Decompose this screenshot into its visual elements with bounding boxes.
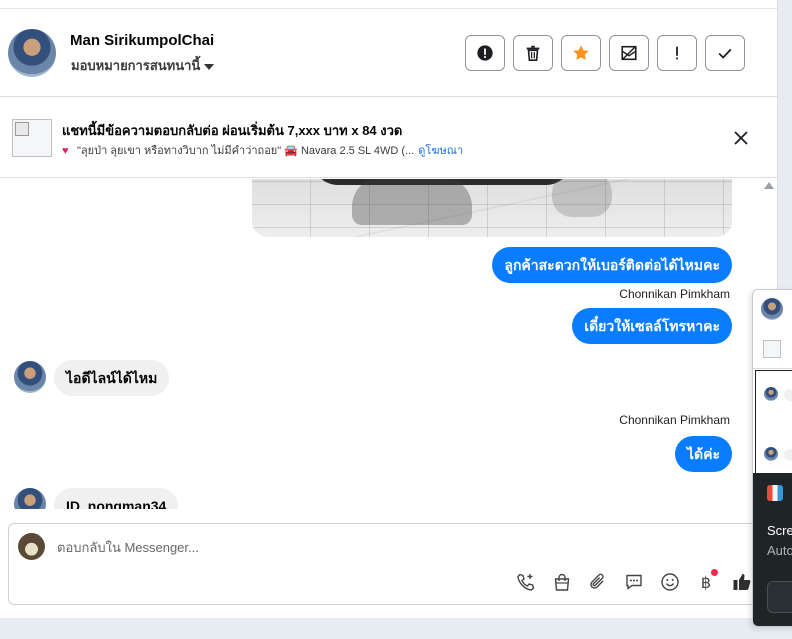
notification-dot [711, 569, 718, 576]
popup-message-bubble [784, 389, 792, 401]
contact-name[interactable]: Man SirikumpolChai [70, 32, 214, 49]
shop-button[interactable] [550, 570, 574, 594]
photo-reflection [552, 179, 612, 217]
contact-avatar-small[interactable] [14, 361, 46, 393]
conversation-panel: Man SirikumpolChai มอบหมายการสนทนานี้ แช… [0, 0, 778, 618]
mark-done-button[interactable] [705, 35, 745, 71]
emoji-button[interactable] [658, 570, 682, 594]
photo-reflection [352, 179, 472, 225]
message-bubble-outgoing[interactable]: ได้ค่ะ [674, 436, 732, 472]
thumbs-up-icon [733, 574, 751, 590]
exclamation-icon [676, 46, 678, 60]
alert-circle-icon [477, 45, 493, 61]
mark-unread-button[interactable] [609, 35, 649, 71]
message-bubble-incoming[interactable]: ID. nongman34 [54, 488, 179, 509]
close-icon[interactable] [731, 128, 751, 148]
mark-unread-icon [621, 45, 637, 61]
popup-message-avatar [764, 447, 778, 461]
star-button[interactable] [561, 35, 601, 71]
message-list[interactable]: ลูกค้าสะดวกให้เบอร์ติดต่อได้ไหมคะ Chonni… [0, 179, 760, 509]
view-ad-link[interactable]: ดูโฆษณา [418, 145, 463, 157]
floating-chat-popup[interactable]: Scre Auto [752, 289, 792, 627]
page-avatar [18, 533, 45, 560]
ad-context-banner: แชทนี้มีข้อความตอบกลับต่อ ผ่อนเริ่มต้น 7… [0, 98, 777, 178]
popup-message-avatar [764, 387, 778, 401]
message-bubble-incoming[interactable]: ไอดีไลน์ได้ไหม [54, 360, 170, 396]
heart-icon: ♥ [62, 145, 69, 157]
call-button[interactable] [514, 570, 538, 594]
like-button[interactable] [730, 570, 754, 594]
sender-name: Chonnikan Pimkham [619, 287, 730, 301]
mark-important-button[interactable] [657, 35, 697, 71]
sender-name: Chonnikan Pimkham [619, 413, 730, 427]
star-icon [573, 45, 589, 60]
check-icon [718, 48, 732, 59]
ad-title: แชทนี้มีข้อความตอบกลับต่อ ผ่อนเริ่มต้น 7… [62, 123, 403, 138]
composer-toolbar: ฿ [514, 569, 754, 594]
attach-button[interactable] [586, 570, 610, 594]
photo-attachment[interactable] [252, 179, 732, 237]
chat-bubble-icon [626, 574, 642, 590]
contact-avatar[interactable] [8, 29, 56, 77]
emoji-icon [661, 573, 679, 591]
caret-down-icon [204, 63, 215, 70]
saved-replies-button[interactable] [622, 570, 646, 594]
notification-title: Scre [767, 523, 792, 538]
ad-thumbnail[interactable] [12, 119, 52, 157]
baht-icon: ฿ [700, 572, 712, 592]
reply-composer: ฿ [8, 523, 760, 605]
popup-message-list [755, 370, 792, 478]
trash-icon [526, 45, 540, 62]
ad-description-row: ♥ "ลุยป่า ลุยเขา หรือทางวิบาก ไม่มีคำว่าถ… [62, 141, 463, 159]
payment-button[interactable]: ฿ [694, 569, 718, 594]
message-bubble-outgoing[interactable]: ลูกค้าสะดวกให้เบอร์ติดต่อได้ไหมคะ [492, 247, 732, 283]
notification-action-button[interactable] [767, 581, 792, 613]
notification-subtitle: Auto [767, 543, 792, 558]
popup-avatar [761, 298, 783, 320]
shopping-bag-icon [554, 573, 570, 591]
scroll-up-arrow[interactable] [764, 182, 774, 189]
header-actions [465, 35, 745, 71]
paperclip-icon [590, 573, 604, 589]
assign-label: มอบหมายการสนทนานี้ [71, 58, 201, 73]
screenshot-app-icon [767, 485, 783, 501]
popup-ad-thumbnail [763, 340, 781, 358]
ad-description: "ลุยป่า ลุยเขา หรือทางวิบาก ไม่มีคำว่าถอ… [77, 145, 415, 157]
conversation-header: Man SirikumpolChai มอบหมายการสนทนานี้ [0, 9, 777, 97]
popup-message-bubble [784, 449, 792, 461]
assign-conversation-dropdown[interactable]: มอบหมายการสนทนานี้ [71, 55, 215, 76]
report-spam-button[interactable] [465, 35, 505, 71]
reply-input[interactable] [57, 536, 657, 558]
delete-button[interactable] [513, 35, 553, 71]
popup-divider [753, 368, 792, 369]
contact-avatar-small[interactable] [14, 488, 46, 509]
phone-plus-icon [517, 573, 535, 591]
message-bubble-outgoing[interactable]: เดี๋ยวให้เซลล์โทรหาคะ [572, 308, 732, 344]
screenshot-notification[interactable]: Scre Auto [753, 473, 792, 626]
